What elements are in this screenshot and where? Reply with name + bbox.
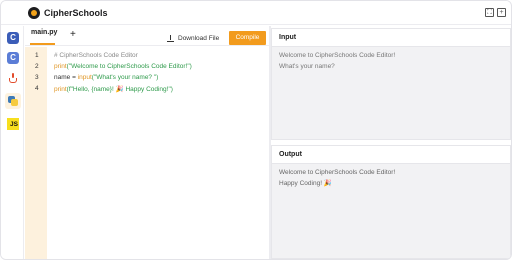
- add-tab-button[interactable]: +: [70, 29, 76, 40]
- line-number: 3: [35, 74, 39, 81]
- input-textarea[interactable]: Welcome to CipherSchools Code Editor! Wh…: [272, 47, 510, 72]
- output-line: Welcome to CipherSchools Code Editor!: [279, 169, 396, 176]
- language-c[interactable]: C: [5, 30, 21, 46]
- input-title: Input: [272, 29, 510, 47]
- download-file-button[interactable]: Download File: [167, 32, 229, 44]
- code-token: name =: [54, 74, 78, 81]
- code-line: print("Welcome to CipherSchools Code Edi…: [54, 63, 192, 70]
- line-gutter: 1 2 3 4: [25, 47, 47, 259]
- input-line: What's your name?: [279, 63, 335, 70]
- line-number: 4: [35, 85, 39, 92]
- language-python[interactable]: [5, 93, 21, 109]
- code-token: ("What's your name? "): [91, 74, 159, 81]
- code-token: input: [77, 74, 92, 81]
- code-token: print: [54, 86, 67, 93]
- cpp-icon: C: [7, 52, 19, 64]
- ciphers-logo-icon: [28, 7, 40, 19]
- expand-icon[interactable]: ⛶: [485, 8, 494, 17]
- language-js[interactable]: JS: [5, 116, 21, 132]
- js-icon: JS: [7, 118, 19, 130]
- code-line: print(f"Hello, {name}! 🎉 Happy Coding!"): [54, 85, 173, 93]
- output-title: Output: [272, 146, 510, 164]
- language-java[interactable]: [5, 71, 21, 87]
- code-token: ("Welcome to CipherSchools Code Editor!"…: [66, 63, 192, 70]
- top-bar: CipherSchools ⛶ +: [1, 1, 511, 25]
- output-line: Happy Coding! 🎉: [279, 180, 332, 187]
- download-icon: [167, 34, 174, 42]
- python-icon: [7, 95, 19, 107]
- compile-button[interactable]: Compile: [229, 31, 266, 45]
- line-number: 1: [35, 52, 39, 59]
- code-line: # CipherSchools Code Editor: [54, 52, 138, 59]
- java-icon: [8, 73, 18, 85]
- line-number: 2: [35, 63, 39, 70]
- brand-name: CipherSchools: [44, 8, 108, 18]
- active-tab-indicator: [30, 43, 55, 45]
- output-panel: Output Welcome to CipherSchools Code Edi…: [271, 145, 511, 259]
- tab-main-py[interactable]: main.py: [31, 29, 57, 36]
- code-token: (f"Hello, {name}! 🎉 Happy Coding!"): [66, 86, 173, 93]
- code-token: # CipherSchools Code Editor: [54, 52, 138, 59]
- input-line: Welcome to CipherSchools Code Editor!: [279, 52, 396, 59]
- output-area: Welcome to CipherSchools Code Editor! Ha…: [272, 164, 510, 189]
- code-token: print: [54, 63, 67, 70]
- close-icon[interactable]: +: [497, 8, 506, 17]
- editor-area: main.py + Download File Compile 1 2 3 4 …: [25, 26, 269, 259]
- download-label: Download File: [178, 34, 220, 42]
- editor-tab-bar: main.py + Download File Compile: [25, 26, 269, 46]
- language-sidebar: C C JS: [1, 26, 24, 259]
- app-window: CipherSchools ⛶ + C C JS main.py + Downl…: [0, 0, 512, 260]
- c-icon: C: [7, 32, 19, 44]
- language-cpp[interactable]: C: [5, 50, 21, 66]
- code-line: name = input("What's your name? "): [54, 74, 158, 81]
- input-panel: Input Welcome to CipherSchools Code Edit…: [271, 28, 511, 140]
